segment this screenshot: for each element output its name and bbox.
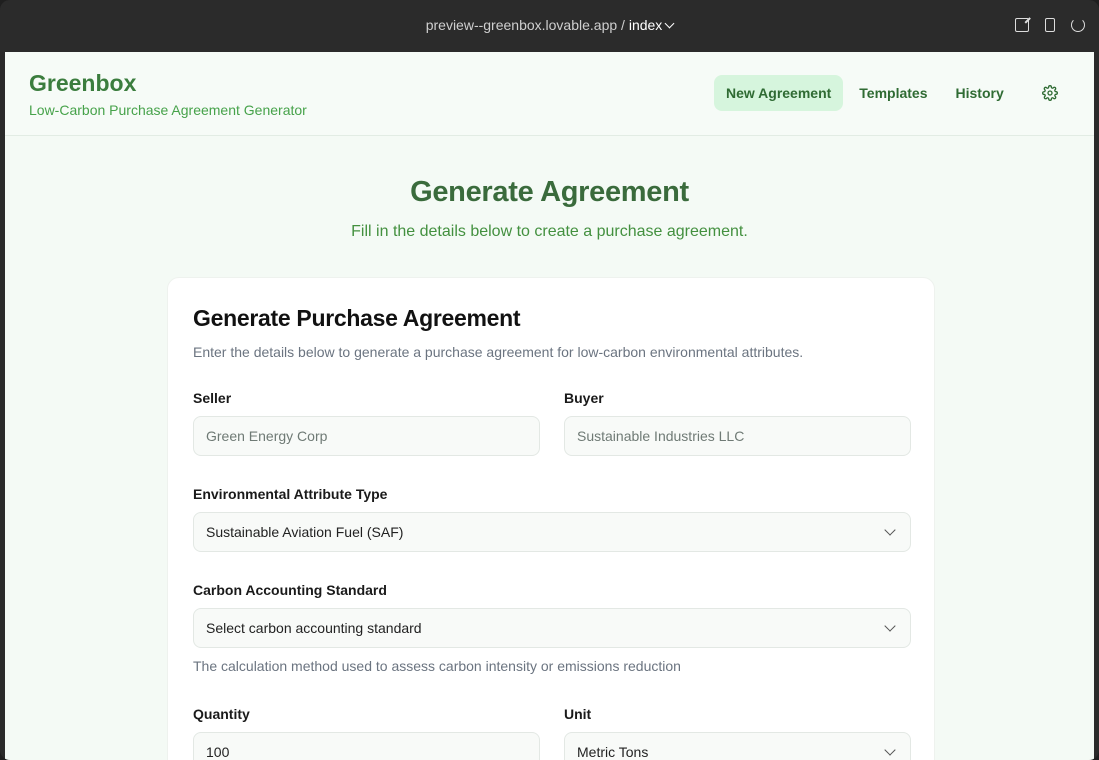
chevron-down-icon[interactable]: [664, 18, 675, 29]
buyer-input[interactable]: [564, 416, 911, 456]
brand-logo[interactable]: Greenbox: [29, 70, 136, 97]
chevron-down-icon: [884, 744, 896, 756]
external-link-icon[interactable]: [1015, 18, 1029, 32]
browser-actions: [1015, 18, 1085, 32]
attribute-type-label: Environmental Attribute Type: [193, 486, 388, 502]
page-title: Generate Agreement: [410, 176, 689, 208]
agreement-form-card: Generate Purchase Agreement Enter the de…: [167, 277, 935, 760]
attribute-type-select[interactable]: Sustainable Aviation Fuel (SAF): [193, 512, 911, 552]
address-bar[interactable]: preview--greenbox.lovable.app / index: [0, 17, 1099, 33]
standard-select[interactable]: Select carbon accounting standard: [193, 608, 911, 648]
attribute-type-value: Sustainable Aviation Fuel (SAF): [206, 524, 404, 540]
quantity-input[interactable]: [193, 732, 540, 760]
seller-input[interactable]: [193, 416, 540, 456]
settings-button[interactable]: [1032, 75, 1068, 111]
url-page: index: [628, 17, 663, 33]
seller-label: Seller: [193, 390, 232, 406]
main-nav: New Agreement Templates History: [714, 75, 1068, 111]
mobile-view-icon[interactable]: [1045, 18, 1055, 32]
form-description: Enter the details below to generate a pu…: [193, 344, 804, 360]
reload-icon[interactable]: [1071, 18, 1085, 32]
app-header: Greenbox Low-Carbon Purchase Agreement G…: [5, 52, 1094, 136]
nav-templates[interactable]: Templates: [847, 75, 939, 111]
gear-icon: [1041, 85, 1058, 101]
nav-history[interactable]: History: [944, 75, 1016, 111]
standard-label: Carbon Accounting Standard: [193, 582, 387, 598]
standard-help-text: The calculation method used to assess ca…: [193, 658, 681, 674]
page-viewport: Greenbox Low-Carbon Purchase Agreement G…: [5, 52, 1094, 760]
form-title: Generate Purchase Agreement: [193, 305, 521, 331]
brand-tagline: Low-Carbon Purchase Agreement Generator: [29, 102, 307, 118]
chevron-down-icon: [884, 620, 896, 632]
nav-new-agreement[interactable]: New Agreement: [714, 75, 844, 111]
unit-label: Unit: [564, 706, 592, 722]
buyer-label: Buyer: [564, 390, 604, 406]
unit-select[interactable]: Metric Tons: [564, 732, 911, 760]
chevron-down-icon: [884, 524, 896, 536]
unit-value: Metric Tons: [577, 744, 649, 760]
browser-toolbar: preview--greenbox.lovable.app / index: [0, 0, 1099, 52]
quantity-label: Quantity: [193, 706, 250, 722]
url-host: preview--greenbox.lovable.app /: [425, 17, 629, 33]
browser-window: preview--greenbox.lovable.app / index Gr…: [0, 0, 1099, 760]
page-subtitle: Fill in the details below to create a pu…: [351, 223, 748, 240]
standard-value: Select carbon accounting standard: [206, 620, 422, 636]
